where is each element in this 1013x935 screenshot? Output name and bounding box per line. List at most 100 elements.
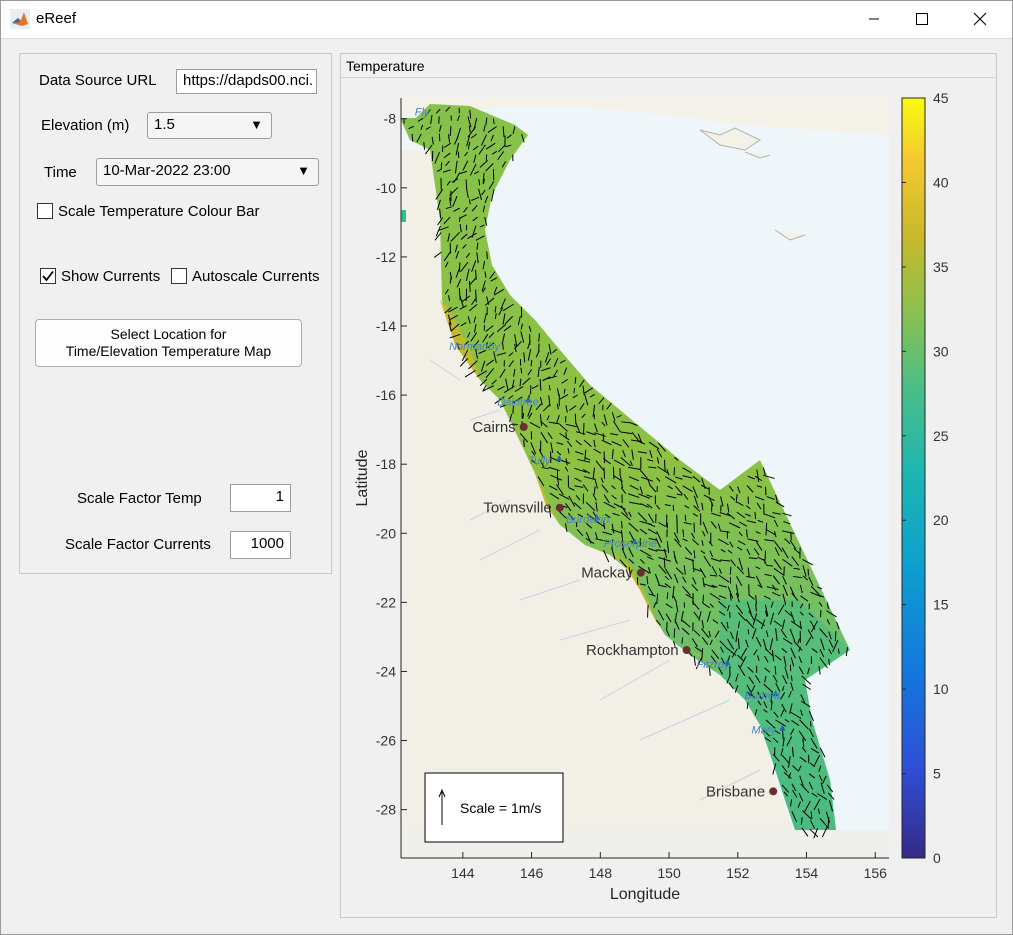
- data-source-url-input[interactable]: https://dapds00.nci.: [176, 69, 317, 94]
- matlab-logo-icon: [10, 9, 30, 29]
- place-label: Rockhampton: [586, 642, 679, 659]
- y-tick-label: -22: [376, 594, 396, 610]
- current-arrow: [557, 477, 560, 486]
- time-value: 10-Mar-2022 23:00: [103, 162, 231, 179]
- current-arrow: [673, 628, 676, 638]
- colorbar-tick-label: 0: [933, 850, 941, 866]
- current-arrow: [486, 251, 488, 260]
- close-icon: [973, 12, 987, 26]
- river-label: Normanby: [449, 341, 501, 353]
- checkmark-icon: [42, 270, 54, 282]
- autoscale-currents-checkbox[interactable]: [171, 268, 187, 284]
- x-tick-label: 146: [520, 865, 544, 881]
- current-arrow: [573, 387, 576, 394]
- x-tick-label: 154: [795, 865, 819, 881]
- colorbar: [901, 97, 926, 859]
- current-arrow: [747, 629, 750, 635]
- select-location-line1: Select Location for: [110, 326, 227, 342]
- select-location-button[interactable]: Select Location for Time/Elevation Tempe…: [35, 319, 302, 367]
- current-arrow: [574, 413, 577, 425]
- colorbar-tick-label: 35: [933, 259, 949, 275]
- place-label: Brisbane: [706, 783, 765, 800]
- x-tick-label: 150: [657, 865, 681, 881]
- current-arrow: [666, 592, 669, 600]
- data-source-label: Data Source URL: [39, 72, 157, 89]
- colorbar-tick-label: 5: [933, 766, 941, 782]
- current-arrow: [673, 467, 676, 476]
- y-tick-label: -20: [376, 525, 396, 541]
- current-arrow: [523, 439, 525, 448]
- current-arrow: [458, 262, 461, 272]
- current-arrow: [423, 142, 426, 150]
- river-label: Mary: [752, 725, 778, 737]
- y-tick-label: -12: [376, 249, 396, 265]
- y-tick-label: -16: [376, 387, 396, 403]
- show-currents-label: Show Currents: [61, 268, 161, 285]
- river-label: Burdekin: [566, 514, 609, 526]
- y-tick-label: -26: [376, 733, 396, 749]
- scale-temp-colourbar-checkbox[interactable]: [37, 203, 53, 219]
- river-label: Fly: [415, 106, 431, 118]
- current-arrow: [800, 817, 803, 825]
- place-marker: [519, 422, 528, 431]
- scale-factor-temp-label: Scale Factor Temp: [77, 490, 202, 507]
- y-tick-label: -24: [376, 663, 396, 679]
- time-dropdown[interactable]: 10-Mar-2022 23:00 ▼: [96, 158, 319, 186]
- scale-factor-temp-input[interactable]: 1: [230, 484, 291, 512]
- time-label: Time: [44, 164, 77, 181]
- current-arrow: [663, 459, 666, 471]
- basemap: [401, 98, 890, 858]
- maximize-button[interactable]: [899, 0, 945, 38]
- current-arrow: [621, 521, 623, 529]
- current-arrow: [440, 162, 443, 170]
- current-arrow: [754, 512, 757, 520]
- place-label: Mackay: [581, 565, 633, 582]
- current-arrow: [475, 289, 477, 303]
- current-arrow: [663, 557, 666, 568]
- close-button[interactable]: [957, 0, 1003, 38]
- maximize-icon: [916, 13, 928, 25]
- current-arrow: [603, 451, 606, 464]
- river-label: Fitzroy: [697, 659, 732, 671]
- place-label: Townsville: [483, 500, 551, 517]
- place-marker: [636, 568, 645, 577]
- current-arrow: [438, 116, 440, 124]
- minimize-button[interactable]: [851, 0, 897, 38]
- scale-temp-colourbar-label: Scale Temperature Colour Bar: [58, 203, 260, 220]
- chevron-down-icon: ▼: [250, 117, 263, 132]
- title-bar: eReef: [0, 0, 1013, 39]
- colorbar-tick-label: 40: [933, 174, 949, 190]
- y-tick-label: -18: [376, 456, 396, 472]
- river-label: Burnett: [745, 690, 781, 702]
- colorbar-tick-label: 30: [933, 343, 949, 359]
- current-arrow: [574, 376, 577, 384]
- current-arrow: [449, 125, 452, 137]
- elevation-label: Elevation (m): [41, 117, 130, 134]
- elevation-dropdown[interactable]: 1.5 ▼: [147, 112, 272, 139]
- y-axis-label: Latitude: [354, 449, 371, 506]
- current-arrow: [465, 179, 468, 189]
- current-arrow: [612, 466, 615, 480]
- current-arrow: [647, 604, 649, 618]
- river-label: Proserpine: [604, 538, 657, 550]
- axis-edge-right: [889, 98, 890, 858]
- current-arrow: [457, 151, 460, 158]
- current-arrow: [746, 702, 749, 710]
- x-axis-label: Longitude: [610, 886, 680, 903]
- fly-plume: [401, 210, 406, 222]
- place-marker: [682, 646, 691, 655]
- elevation-value: 1.5: [154, 116, 175, 133]
- temperature-map[interactable]: Cairns Townsville Mackay Rockhampton Brisban…: [340, 78, 995, 916]
- river-label: Daintree: [497, 396, 539, 408]
- y-tick-label: -10: [376, 180, 396, 196]
- current-arrow: [729, 566, 732, 575]
- y-tick-label: -14: [376, 318, 396, 334]
- current-arrow: [603, 467, 606, 479]
- y-tick-label: -28: [376, 802, 396, 818]
- current-arrow: [828, 658, 830, 666]
- scale-factor-currents-input[interactable]: 1000: [230, 531, 291, 559]
- show-currents-checkbox[interactable]: [40, 268, 56, 284]
- x-tick-label: 148: [589, 865, 613, 881]
- river-label: Tully: [528, 455, 552, 467]
- place-marker: [769, 787, 778, 796]
